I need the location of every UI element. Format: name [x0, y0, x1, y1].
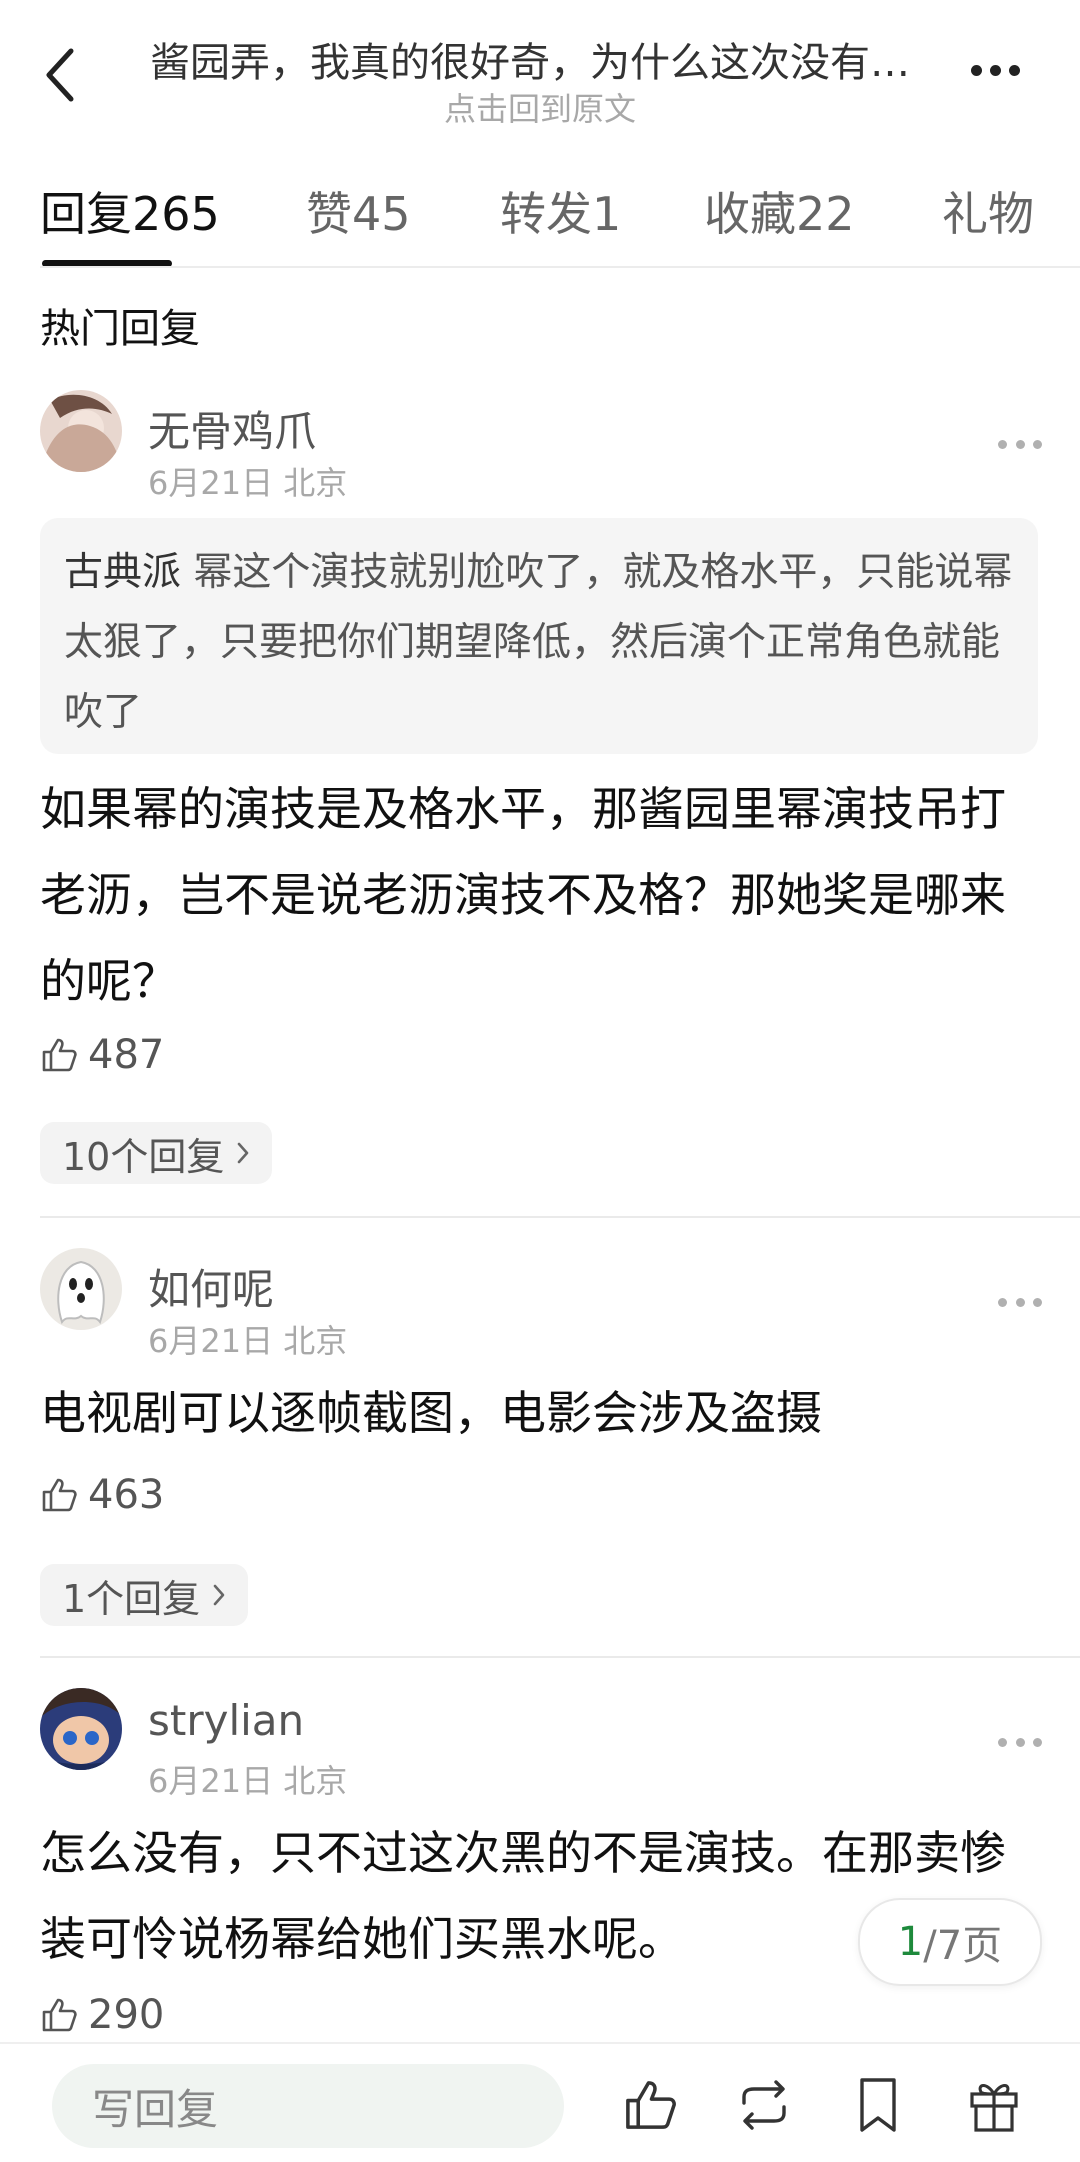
quote-author: 古典派: [64, 550, 182, 595]
tab-gifts[interactable]: 礼物: [942, 178, 1034, 244]
avatar-image: [40, 1248, 122, 1330]
replies-count-label: 10个回复: [62, 1134, 225, 1179]
bookmark-icon: [860, 2078, 896, 2132]
like-count: 290: [88, 1992, 165, 2038]
more-dot: [970, 64, 982, 76]
repost-icon: [742, 2080, 786, 2130]
tab-count: 1: [592, 187, 622, 241]
gift-icon: [970, 2084, 1018, 2132]
tab-reposts[interactable]: 转发1: [500, 178, 621, 244]
more-dot: [998, 1297, 1007, 1307]
thumbs-up-icon: [42, 1478, 77, 1512]
more-dot: [1033, 1297, 1042, 1307]
comment-text: 电视剧可以逐帧截图，电影会涉及盗摄: [40, 1386, 822, 1440]
comment-meta: 6月21日 北京: [148, 1322, 348, 1360]
avatar-image: [40, 1688, 122, 1770]
like-button[interactable]: 487: [40, 1030, 164, 1080]
like-post-button[interactable]: [618, 2070, 682, 2140]
tab-count: 45: [352, 187, 411, 241]
total-pages: /7页: [923, 1923, 1003, 1969]
tab-likes[interactable]: 赞45: [306, 178, 411, 244]
tab-label: 回复: [40, 187, 132, 241]
tab-replies[interactable]: 回复265: [40, 178, 220, 244]
tab-favorites[interactable]: 收藏22: [704, 178, 855, 244]
gift-button[interactable]: [962, 2070, 1026, 2140]
comment-divider: [40, 1216, 1080, 1218]
more-dot: [1015, 439, 1025, 449]
tab-label: 赞: [306, 187, 352, 241]
view-replies-button[interactable]: 10个回复: [40, 1122, 273, 1184]
thumbs-up-icon: [42, 1038, 77, 1072]
back-to-original-link[interactable]: 点击回到原文: [120, 84, 960, 130]
more-options-button[interactable]: [960, 40, 1030, 100]
comment-text: 如果幂的演技是及格水平，那酱园里幂演技吊打老沥，岂不是说老沥演技不及格？那她奖是…: [40, 782, 1006, 1008]
comment-more-button[interactable]: [998, 1294, 1042, 1310]
avatar[interactable]: [40, 1688, 122, 1770]
more-dot: [1015, 1297, 1025, 1307]
more-dot: [998, 439, 1007, 449]
comment-meta: 6月21日 北京: [148, 1762, 348, 1800]
repost-button[interactable]: [732, 2070, 796, 2140]
reply-input[interactable]: 写回复: [52, 2064, 564, 2148]
more-dot: [989, 64, 1001, 76]
username[interactable]: strylian: [148, 1696, 304, 1745]
back-button[interactable]: [30, 40, 90, 110]
username[interactable]: 无骨鸡爪: [148, 398, 316, 459]
more-dot: [1015, 1737, 1025, 1747]
like-count: 487: [88, 1032, 165, 1078]
thumbs-up-icon: [626, 2081, 676, 2129]
comment-divider: [40, 1656, 1080, 1658]
quoted-comment[interactable]: 古典派 幂这个演技就别尬吹了，就及格水平，只能说幂太狠了，只要把你们期望降低，然…: [40, 518, 1038, 754]
tab-label: 转发: [500, 187, 592, 241]
tab-label: 礼物: [942, 187, 1034, 241]
like-button[interactable]: 463: [40, 1470, 164, 1520]
tabs-divider: [40, 266, 1080, 268]
back-arrow-icon: [46, 48, 74, 102]
avatar-image: [40, 390, 122, 472]
top-nav-bar: 酱园弄，我真的很好奇，为什么这次没有… 点击回到原文: [0, 0, 1080, 140]
like-button[interactable]: 290: [40, 1990, 164, 2040]
more-dot: [998, 1737, 1007, 1747]
replies-count-label: 1个回复: [62, 1576, 201, 1621]
comment-more-button[interactable]: [998, 436, 1042, 452]
chevron-right-icon: [212, 1583, 226, 1607]
hot-replies-heading: 热门回复: [40, 306, 200, 352]
thumbs-up-icon: [42, 1998, 77, 2032]
comment-more-button[interactable]: [998, 1734, 1042, 1750]
avatar[interactable]: [40, 390, 122, 472]
chevron-right-icon: [236, 1141, 250, 1165]
tab-bar: 回复265 赞45 转发1 收藏22 礼物: [0, 168, 1080, 268]
more-dot: [1033, 439, 1042, 449]
quote-text: 幂这个演技就别尬吹了，就及格水平，只能说幂太狠了，只要把你们期望降低，然后演个正…: [64, 550, 1013, 735]
favorite-button[interactable]: [846, 2070, 910, 2140]
username[interactable]: 如何呢: [148, 1256, 274, 1317]
bottom-action-bar: 写回复: [0, 2042, 1080, 2162]
tab-count: 265: [132, 187, 220, 241]
more-dot: [1033, 1737, 1042, 1747]
tab-count: 22: [796, 187, 855, 241]
tab-label: 收藏: [704, 187, 796, 241]
view-replies-button[interactable]: 1个回复: [40, 1564, 249, 1626]
comment-meta: 6月21日 北京: [148, 464, 348, 502]
avatar[interactable]: [40, 1248, 122, 1330]
like-count: 463: [88, 1472, 165, 1518]
more-dot: [1008, 64, 1020, 76]
page-indicator[interactable]: 1/7页: [858, 1898, 1042, 1986]
current-page: 1: [897, 1919, 924, 1965]
post-title[interactable]: 酱园弄，我真的很好奇，为什么这次没有…: [120, 30, 940, 88]
